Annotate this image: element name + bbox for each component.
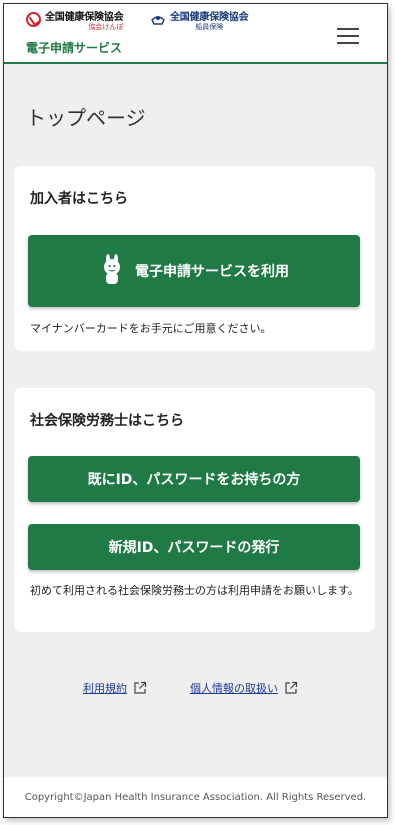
- privacy-link[interactable]: 個人情報の取扱い: [190, 680, 298, 696]
- external-link-icon: [134, 681, 147, 694]
- new-id-button[interactable]: 新規ID、パスワードの発行: [28, 524, 360, 570]
- new-id-label: 新規ID、パスワードの発行: [108, 540, 280, 556]
- page-title: トップページ: [26, 106, 146, 130]
- members-note: マイナンバーカードをお手元にご用意ください。: [30, 322, 272, 335]
- use-e-application-button[interactable]: 電子申請サービスを利用: [28, 235, 360, 307]
- external-link-icon: [285, 681, 298, 694]
- logo2-name: 全国健康保険協会: [170, 12, 249, 23]
- sharoushi-card: 社会保険労務士はこちら 既にID、パスワードをお持ちの方 新規ID、パスワードの…: [14, 388, 375, 632]
- terms-link-label: 利用規約: [83, 682, 127, 695]
- members-heading: 加入者はこちら: [30, 191, 128, 207]
- ship-mark-icon: [151, 16, 165, 25]
- privacy-link-label: 個人情報の取扱い: [190, 682, 278, 695]
- kenpo-mark-icon: [26, 12, 41, 27]
- logo1-sub: 協会けんぽ: [88, 23, 124, 31]
- service-title: 電子申請サービス: [26, 41, 123, 55]
- kyoukai-kenpo-logo[interactable]: 全国健康保険協会 協会けんぽ: [26, 12, 124, 31]
- hamburger-menu-icon[interactable]: [337, 28, 359, 44]
- app-frame: 全国健康保険協会 協会けんぽ 全国健康保険協会 船員保険 電子申請サービス トッ…: [3, 3, 388, 818]
- use-e-application-label: 電子申請サービスを利用: [135, 264, 289, 280]
- mascot-icon: [104, 254, 120, 284]
- existing-id-label: 既にID、パスワードをお持ちの方: [87, 472, 301, 488]
- existing-id-button[interactable]: 既にID、パスワードをお持ちの方: [28, 456, 360, 502]
- logo2-sub: 船員保険: [195, 23, 224, 31]
- members-card: 加入者はこちら 電子申請サービスを利用 マイナンバーカードをお手元にご用意くださ…: [14, 166, 375, 351]
- senin-hoken-logo[interactable]: 全国健康保険協会 船員保険: [150, 12, 249, 31]
- logo1-name: 全国健康保険協会: [45, 12, 124, 23]
- copyright: Copyright©Japan Health Insurance Associa…: [4, 777, 387, 817]
- sharoushi-note: 初めて利用される社会保険労務士の方は利用申請をお願いします。: [30, 584, 359, 597]
- header: 全国健康保険協会 協会けんぽ 全国健康保険協会 船員保険 電子申請サービス: [4, 4, 387, 64]
- terms-link[interactable]: 利用規約: [83, 680, 147, 696]
- sharoushi-heading: 社会保険労務士はこちら: [30, 413, 184, 429]
